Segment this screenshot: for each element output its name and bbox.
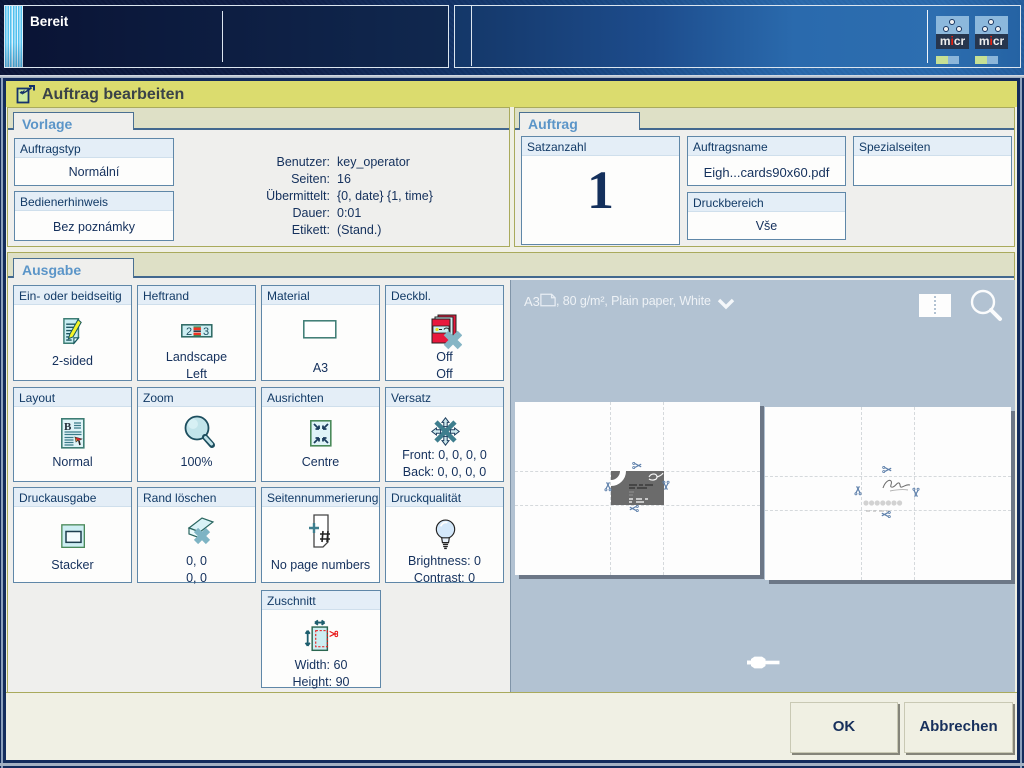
- svg-text:2: 2: [186, 326, 192, 338]
- svg-text:B: B: [64, 421, 72, 433]
- svg-text:3: 3: [203, 326, 209, 338]
